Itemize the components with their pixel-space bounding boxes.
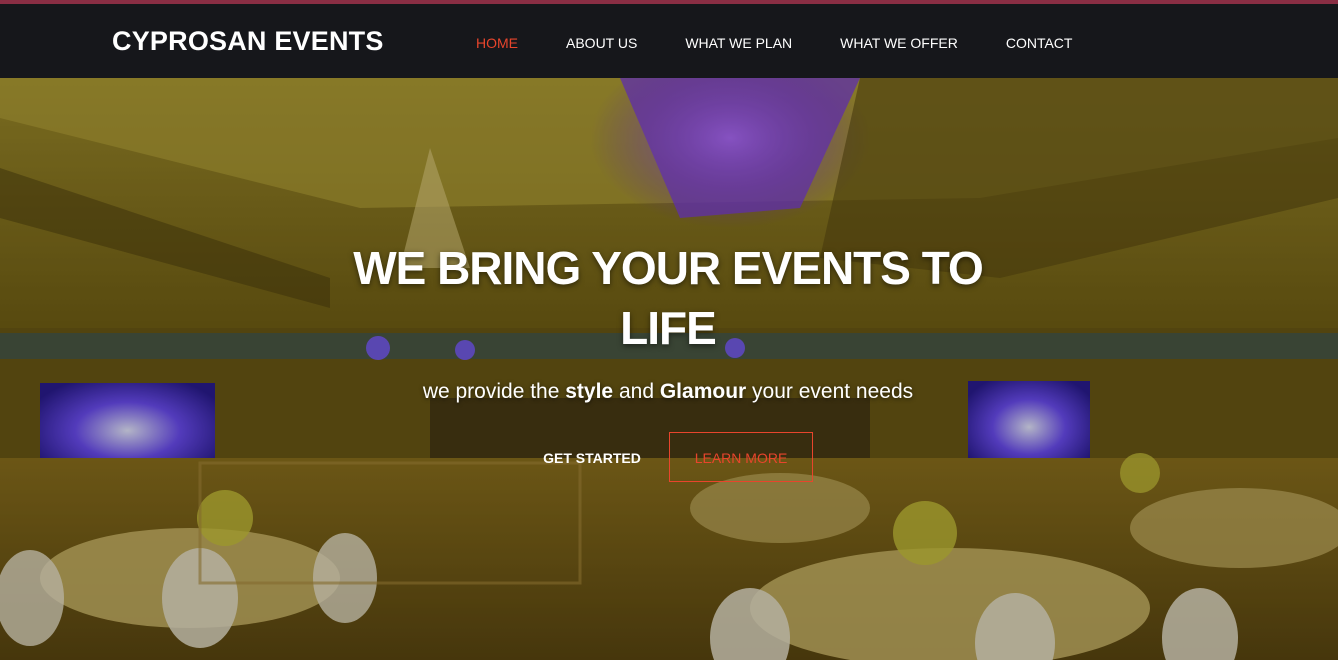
hero-title: WE BRING YOUR EVENTS TO LIFE	[353, 242, 984, 354]
subtitle-bold-glamour: Glamour	[659, 380, 747, 403]
hero-subtitle: we provide the style and Glamour your ev…	[300, 380, 1036, 404]
nav-what-we-offer[interactable]: WHAT WE OFFER	[840, 35, 958, 51]
brand-logo[interactable]: CYPROSAN EVENTS	[112, 26, 384, 57]
navbar: CYPROSAN EVENTS HOME ABOUT US WHAT WE PL…	[0, 4, 1338, 78]
nav-about-us[interactable]: ABOUT US	[566, 35, 637, 51]
nav-contact[interactable]: CONTACT	[1006, 35, 1073, 51]
nav-home[interactable]: HOME	[476, 35, 518, 51]
nav-what-we-plan[interactable]: WHAT WE PLAN	[685, 35, 792, 51]
learn-more-button[interactable]: LEARN MORE	[669, 432, 813, 482]
subtitle-text-3: your event needs	[746, 380, 914, 403]
get-started-button[interactable]: GET STARTED	[528, 432, 656, 482]
subtitle-text-1: we provide the	[422, 380, 566, 403]
main-nav: HOME ABOUT US WHAT WE PLAN WHAT WE OFFER…	[476, 35, 1072, 51]
subtitle-text-2: and	[613, 380, 660, 403]
hero-overlay	[0, 78, 1338, 660]
hero-section: WE BRING YOUR EVENTS TO LIFE we provide …	[0, 78, 1338, 660]
subtitle-bold-style: style	[565, 380, 614, 403]
